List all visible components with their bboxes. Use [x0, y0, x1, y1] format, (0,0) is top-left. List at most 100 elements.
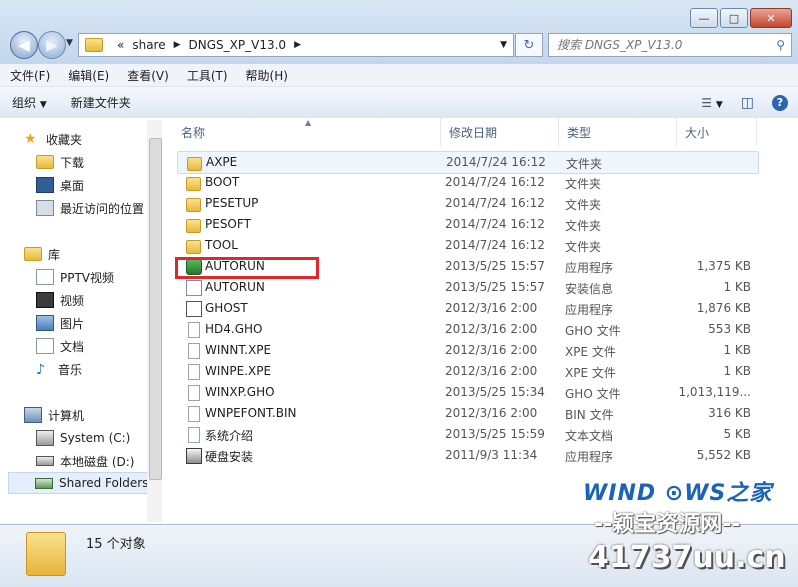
navigation-pane: ★ 收藏夹 下载 桌面 最近访问的位置 库 PPTV视频 视频 图片 文档 ♪ 音乐… — [0, 118, 164, 524]
file-type: BIN 文件 — [565, 408, 614, 422]
file-icon — [188, 385, 200, 401]
close-button[interactable]: ✕ — [750, 8, 792, 28]
forward-button[interactable]: ▶ — [38, 31, 66, 59]
file-row[interactable]: HD4.GHO 2012/3/16 2:00 GHO 文件 553 KB — [177, 319, 757, 340]
file-row[interactable]: WINNT.XPE 2012/3/16 2:00 XPE 文件 1 KB — [177, 340, 757, 361]
menu-file[interactable]: 文件(F) — [2, 67, 58, 84]
file-name: WINXP.GHO — [205, 385, 275, 399]
nav-shared-label: Shared Folders — [59, 476, 149, 490]
file-row[interactable]: PESETUP 2014/7/24 16:12 文件夹 — [177, 193, 757, 214]
breadcrumb-arrow-icon[interactable]: ▶ — [294, 40, 301, 50]
command-bar: 组织 ▼ 新建文件夹 ☰ ▼ ◫ ? — [0, 87, 798, 119]
menu-tools[interactable]: 工具(T) — [179, 67, 236, 84]
file-name: PESETUP — [205, 196, 259, 210]
address-chevron[interactable]: « — [117, 38, 124, 52]
file-date: 2013/5/25 15:57 — [445, 280, 545, 294]
file-row[interactable]: WINPE.XPE 2012/3/16 2:00 XPE 文件 1 KB — [177, 361, 757, 382]
organize-label: 组织 — [12, 96, 37, 110]
file-type: GHO 文件 — [565, 324, 621, 338]
installer-icon — [186, 448, 202, 464]
back-button[interactable]: ◀ — [10, 31, 38, 59]
breadcrumb-dngs[interactable]: DNGS_XP_V13.0 — [189, 38, 287, 52]
file-name: 硬盘安装 — [205, 450, 254, 464]
minimize-button[interactable]: — — [690, 8, 718, 28]
column-type[interactable]: 类型 — [559, 118, 677, 146]
nav-local-d-label: 本地磁盘 (D:) — [60, 454, 135, 469]
folder-icon — [186, 219, 201, 233]
file-name: AUTORUN — [205, 280, 265, 294]
recent-pages-dropdown[interactable]: ▼ — [66, 38, 73, 48]
file-name: TOOL — [205, 238, 238, 252]
sort-arrow-icon: ▲ — [305, 118, 312, 127]
refresh-button[interactable]: ↻ — [515, 33, 543, 57]
file-row[interactable]: WNPEFONT.BIN 2012/3/16 2:00 BIN 文件 316 KB — [177, 403, 757, 424]
file-date: 2011/9/3 11:34 — [445, 448, 538, 462]
file-row[interactable]: WINXP.GHO 2013/5/25 15:34 GHO 文件 1,013,119.… — [177, 382, 757, 403]
file-date: 2014/7/24 16:12 — [446, 155, 546, 169]
file-type: 文件夹 — [565, 219, 602, 233]
file-date: 2012/3/16 2:00 — [445, 343, 538, 357]
pictures-icon — [36, 315, 54, 331]
nav-scrollbar[interactable] — [147, 120, 162, 522]
file-row[interactable]: AXPE 2014/7/24 16:12 文件夹 — [177, 151, 759, 174]
column-date[interactable]: 修改日期 — [441, 118, 559, 146]
organize-button[interactable]: 组织 ▼ — [0, 94, 59, 111]
folder-icon — [26, 532, 66, 576]
address-bar[interactable]: « share ▶ DNGS_XP_V13.0 ▶ ▼ — [78, 33, 514, 57]
preview-pane-button[interactable]: ◫ — [741, 95, 754, 111]
column-size[interactable]: 大小 — [677, 118, 757, 146]
file-name: AXPE — [206, 155, 238, 169]
downloads-icon — [36, 155, 54, 169]
file-row[interactable]: TOOL 2014/7/24 16:12 文件夹 — [177, 235, 757, 256]
search-icon[interactable]: ⚲ — [776, 38, 785, 52]
drive-icon — [36, 430, 54, 446]
help-button[interactable]: ? — [772, 94, 788, 111]
file-icon — [188, 427, 200, 443]
file-date: 2012/3/16 2:00 — [445, 322, 538, 336]
new-folder-button[interactable]: 新建文件夹 — [59, 94, 143, 111]
chevron-down-icon: ▼ — [39, 100, 47, 110]
menu-help[interactable]: 帮助(H) — [238, 67, 296, 84]
file-date: 2013/5/25 15:57 — [445, 259, 545, 273]
file-type: 文件夹 — [565, 240, 602, 254]
file-row[interactable]: BOOT 2014/7/24 16:12 文件夹 — [177, 172, 757, 193]
nav-pptv-label: PPTV视频 — [60, 270, 115, 285]
file-row[interactable]: AUTORUN 2013/5/25 15:57 安装信息 1 KB — [177, 277, 757, 298]
music-icon: ♪ — [36, 362, 45, 378]
address-dropdown-icon[interactable]: ▼ — [500, 40, 507, 50]
search-input[interactable] — [549, 37, 777, 53]
chevron-down-icon: ▼ — [715, 99, 723, 110]
breadcrumb-arrow-icon[interactable]: ▶ — [174, 40, 181, 50]
file-date: 2014/7/24 16:12 — [445, 196, 545, 210]
menu-edit[interactable]: 编辑(E) — [60, 67, 117, 84]
scrollbar-thumb[interactable] — [149, 138, 162, 480]
file-name: PESOFT — [205, 217, 251, 231]
file-name: WNPEFONT.BIN — [205, 406, 297, 420]
file-row[interactable]: 硬盘安装 2011/9/3 11:34 应用程序 5,552 KB — [177, 445, 757, 466]
nav-shared-folders[interactable]: Shared Folders — [8, 472, 148, 494]
file-size: 1,876 KB — [696, 301, 751, 315]
autorun-highlight-box — [175, 257, 319, 279]
folder-icon — [187, 157, 202, 171]
file-date: 2012/3/16 2:00 — [445, 364, 538, 378]
file-date: 2014/7/24 16:12 — [445, 217, 545, 231]
file-row[interactable]: PESOFT 2014/7/24 16:12 文件夹 — [177, 214, 757, 235]
menu-view[interactable]: 查看(V) — [119, 67, 177, 84]
file-name: BOOT — [205, 175, 240, 189]
file-size: 5,552 KB — [696, 448, 751, 462]
file-name: 系统介绍 — [205, 429, 254, 443]
view-options-button[interactable]: ☰ ▼ — [701, 96, 723, 110]
breadcrumb-share[interactable]: share — [132, 38, 165, 52]
column-date-label: 修改日期 — [449, 125, 498, 140]
drive-icon — [36, 456, 54, 466]
video-icon — [36, 292, 54, 308]
file-row[interactable]: GHOST 2012/3/16 2:00 应用程序 1,876 KB — [177, 298, 757, 319]
watermark-brand: WIND ⊙WS之家 — [583, 481, 773, 506]
nav-desktop-label: 桌面 — [60, 178, 85, 193]
file-size: 1 KB — [723, 343, 751, 357]
search-box[interactable]: ⚲ — [548, 33, 792, 57]
file-row[interactable]: 系统介绍 2013/5/25 15:59 文本文档 5 KB — [177, 424, 757, 445]
folder-icon — [85, 38, 103, 52]
maximize-button[interactable]: □ — [720, 8, 748, 28]
window-controls: — □ ✕ — [688, 8, 792, 28]
